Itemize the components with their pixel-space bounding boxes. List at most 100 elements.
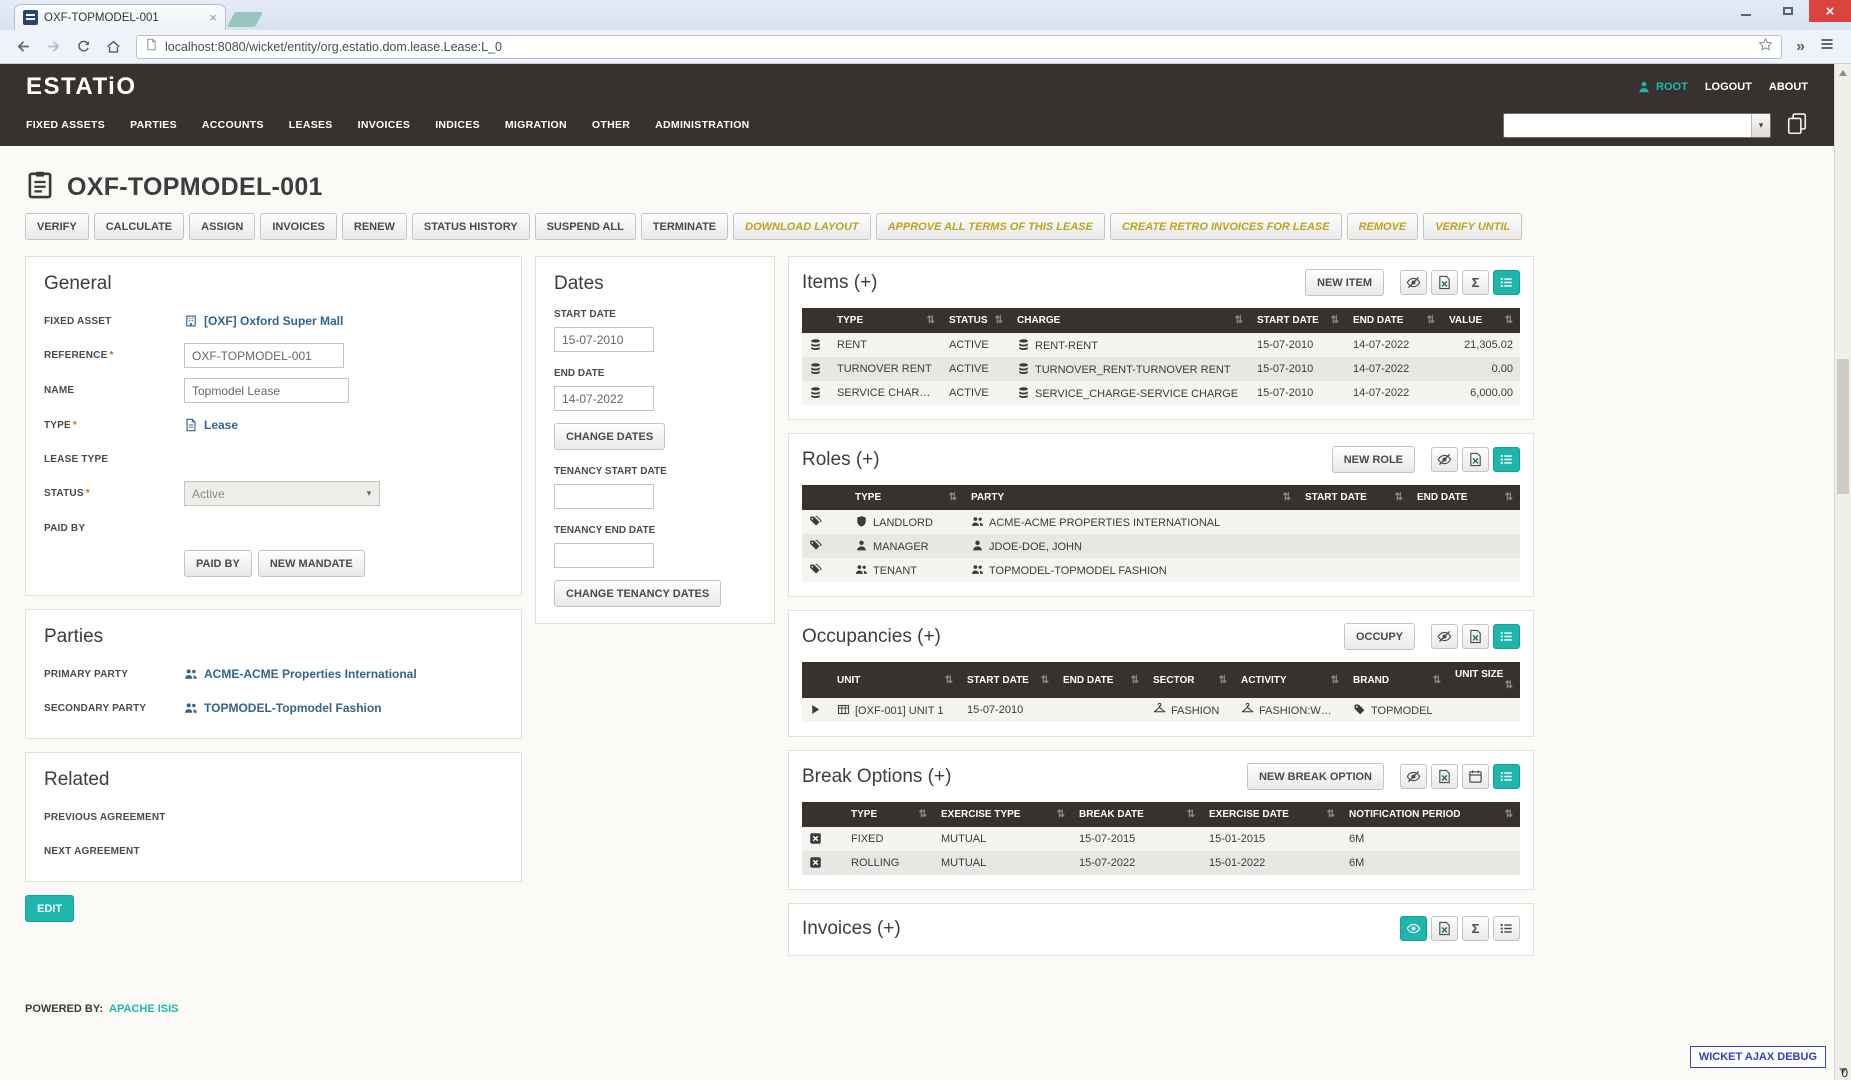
search-caret-icon[interactable]: ▾ (1751, 114, 1770, 137)
sort-icon[interactable]: ⇅ (995, 315, 1003, 326)
hide-table-eye-slash-icon[interactable] (1431, 624, 1458, 649)
paid-by-button[interactable]: PAID BY (184, 550, 252, 577)
refresh-button[interactable] (70, 34, 96, 60)
address-bar[interactable]: localhost:8080/wicket/entity/org.estatio… (136, 35, 1782, 59)
new-break-option-button[interactable]: NEW BREAK OPTION (1247, 763, 1384, 790)
sort-icon[interactable]: ⇅ (1131, 675, 1139, 686)
export-excel-icon[interactable] (1462, 447, 1489, 472)
sort-icon[interactable]: ⇅ (1505, 809, 1513, 820)
new-item-button[interactable]: NEW ITEM (1305, 269, 1384, 296)
nav-indices[interactable]: INDICES (435, 119, 480, 131)
nav-leases[interactable]: LEASES (289, 119, 333, 131)
sort-icon[interactable]: ⇅ (1395, 492, 1403, 503)
table-row[interactable]: ROLLING MUTUAL 15-07-2022 15-01-2022 6M (802, 851, 1520, 875)
about-link[interactable]: ABOUT (1769, 81, 1808, 93)
start-date-input[interactable] (554, 327, 654, 352)
sigma-totals-icon[interactable]: Σ (1462, 270, 1489, 295)
vertical-scrollbar[interactable] (1834, 64, 1851, 1080)
list-view-icon[interactable] (1493, 624, 1520, 649)
items-title[interactable]: Items (+) (802, 272, 1305, 294)
column-header-value[interactable]: VALUE⇅ (1442, 308, 1520, 333)
list-view-icon[interactable] (1493, 916, 1520, 941)
column-header-sector[interactable]: SECTOR⇅ (1146, 662, 1234, 698)
invoices-button[interactable]: INVOICES (260, 213, 337, 240)
sort-icon[interactable]: ⇅ (1057, 809, 1065, 820)
terminate-button[interactable]: TERMINATE (641, 213, 728, 240)
column-header-charge[interactable]: CHARGE⇅ (1010, 308, 1250, 333)
create-retro-invoices-button[interactable]: CREATE RETRO INVOICES FOR LEASE (1110, 213, 1342, 240)
tab-close-icon[interactable]: × (209, 11, 217, 24)
column-header-unit[interactable]: UNIT⇅ (830, 662, 960, 698)
fixed-asset-link[interactable]: [OXF] Oxford Super Mall (184, 314, 343, 328)
roles-title[interactable]: Roles (+) (802, 449, 1332, 471)
end-date-input[interactable] (554, 386, 654, 411)
column-header-end-date[interactable]: END DATE⇅ (1410, 485, 1520, 510)
column-header-party[interactable]: PARTY⇅ (964, 485, 1298, 510)
column-header-end-date[interactable]: END DATE⇅ (1056, 662, 1146, 698)
status-select[interactable]: Active ▾ (184, 481, 380, 506)
list-view-icon[interactable] (1493, 764, 1520, 789)
table-row[interactable]: [OXF-001] UNIT 1 15-07-2010 FASHION FASH… (802, 698, 1520, 722)
sort-icon[interactable]: ⇅ (1327, 809, 1335, 820)
new-mandate-button[interactable]: NEW MANDATE (258, 550, 365, 577)
column-header-exercise-date[interactable]: EXERCISE DATE⇅ (1202, 802, 1342, 827)
occupancies-title[interactable]: Occupancies (+) (802, 626, 1344, 648)
column-header-activity[interactable]: ACTIVITY⇅ (1234, 662, 1346, 698)
sort-icon[interactable]: ⇅ (1187, 809, 1195, 820)
column-header-brand[interactable]: BRAND⇅ (1346, 662, 1448, 698)
back-button[interactable] (10, 34, 36, 60)
nav-fixed-assets[interactable]: FIXED ASSETS (26, 119, 105, 131)
renew-button[interactable]: RENEW (342, 213, 407, 240)
estatio-logo[interactable]: ESTATiO (26, 73, 137, 101)
primary-party-link[interactable]: ACME-ACME Properties International (184, 667, 417, 681)
suspend-all-button[interactable]: SUSPEND ALL (535, 213, 636, 240)
column-header-start-date[interactable]: START DATE⇅ (1250, 308, 1346, 333)
sort-icon[interactable]: ⇅ (1505, 680, 1513, 691)
list-view-icon[interactable] (1493, 270, 1520, 295)
column-header-exercise-type[interactable]: EXERCISE TYPE⇅ (934, 802, 1072, 827)
user-name[interactable]: ROOT (1656, 81, 1688, 93)
apache-isis-link[interactable]: APACHE ISIS (109, 1003, 178, 1015)
occupy-button[interactable]: OCCUPY (1344, 623, 1415, 650)
window-close-button[interactable]: × (1809, 0, 1851, 22)
secondary-party-link[interactable]: TOPMODEL-Topmodel Fashion (184, 701, 382, 715)
verify-until-button[interactable]: VERIFY UNTIL (1423, 213, 1522, 240)
new-role-button[interactable]: NEW ROLE (1332, 446, 1415, 473)
nav-invoices[interactable]: INVOICES (358, 119, 411, 131)
column-header-status[interactable]: STATUS⇅ (942, 308, 1010, 333)
sort-icon[interactable]: ⇅ (1041, 675, 1049, 686)
column-header-type[interactable]: TYPE⇅ (844, 802, 934, 827)
table-row[interactable]: FIXED MUTUAL 15-07-2015 15-01-2015 6M (802, 827, 1520, 851)
sort-icon[interactable]: ⇅ (945, 675, 953, 686)
invoices-title[interactable]: Invoices (+) (802, 918, 1400, 940)
export-excel-icon[interactable] (1431, 270, 1458, 295)
sort-icon[interactable]: ⇅ (949, 492, 957, 503)
table-row[interactable]: LANDLORD ACME-ACME PROPERTIES INTERNATIO… (802, 510, 1520, 534)
hide-table-eye-slash-icon[interactable] (1431, 447, 1458, 472)
assign-button[interactable]: ASSIGN (189, 213, 255, 240)
status-history-button[interactable]: STATUS HISTORY (412, 213, 530, 240)
url-text[interactable]: localhost:8080/wicket/entity/org.estatio… (165, 40, 1751, 54)
column-header-start-date[interactable]: START DATE⇅ (960, 662, 1056, 698)
column-header-notification-period[interactable]: NOTIFICATION PERIOD⇅ (1342, 802, 1520, 827)
change-tenancy-dates-button[interactable]: CHANGE TENANCY DATES (554, 580, 721, 607)
name-input[interactable] (184, 378, 349, 403)
browser-tab[interactable]: OXF-TOPMODEL-001 × (14, 4, 226, 30)
bookmark-star-icon[interactable] (1758, 37, 1773, 57)
hide-table-eye-slash-icon[interactable] (1400, 270, 1427, 295)
user-menu[interactable]: ROOT (1637, 80, 1688, 94)
sort-icon[interactable]: ⇅ (1505, 492, 1513, 503)
nav-other[interactable]: OTHER (592, 119, 630, 131)
forward-button[interactable] (40, 34, 66, 60)
sort-icon[interactable]: ⇅ (1219, 675, 1227, 686)
change-dates-button[interactable]: CHANGE DATES (554, 423, 665, 450)
sort-icon[interactable]: ⇅ (1427, 315, 1435, 326)
approve-all-terms-button[interactable]: APPROVE ALL TERMS OF THIS LEASE (876, 213, 1105, 240)
column-header-type[interactable]: TYPE⇅ (830, 308, 942, 333)
sort-icon[interactable]: ⇅ (1433, 675, 1441, 686)
download-layout-button[interactable]: DOWNLOAD LAYOUT (733, 213, 870, 240)
reference-input[interactable] (184, 343, 344, 368)
column-header-break-date[interactable]: BREAK DATE⇅ (1072, 802, 1202, 827)
logout-link[interactable]: LOGOUT (1705, 81, 1752, 93)
sort-icon[interactable]: ⇅ (919, 809, 927, 820)
